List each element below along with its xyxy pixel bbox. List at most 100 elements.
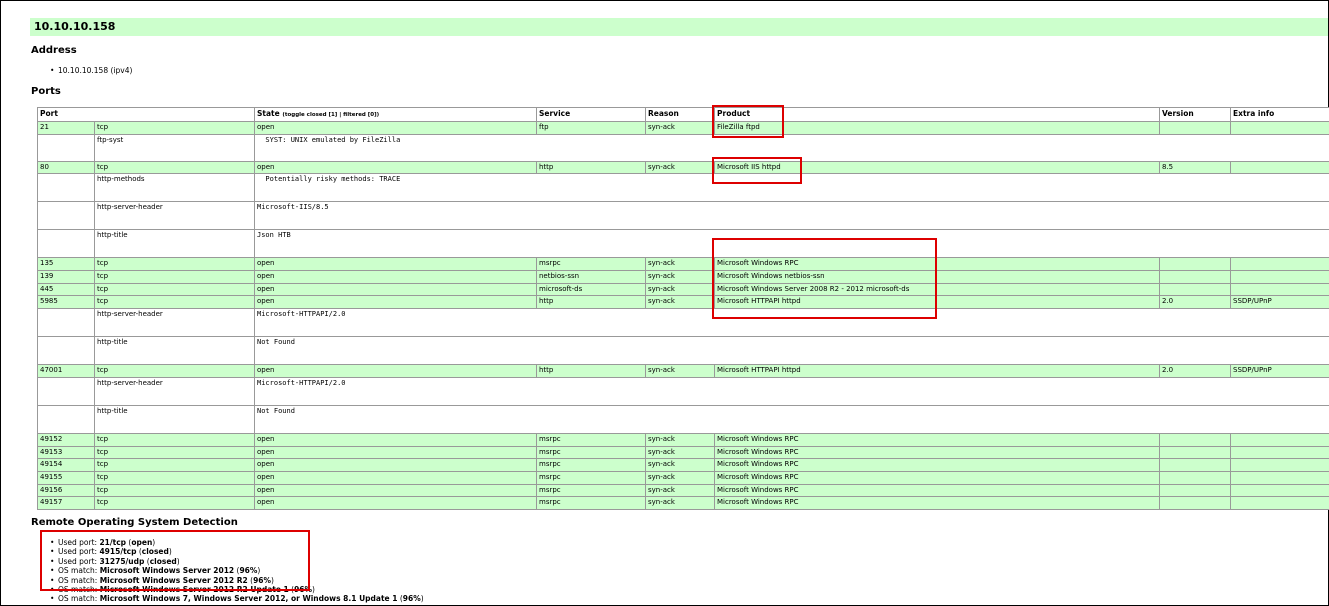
script-indent-cell — [37, 173, 95, 203]
script-indent-cell — [37, 133, 95, 162]
script-name: http-title — [94, 336, 255, 366]
port-reason: syn-ack — [645, 160, 715, 175]
port-reason: syn-ack — [645, 270, 715, 284]
script-row: ftp-syst SYST: UNIX emulated by FileZill… — [37, 133, 1329, 162]
port-protocol: tcp — [94, 295, 255, 310]
os-detection-item: OS match: Microsoft Windows 7, Windows S… — [50, 594, 424, 604]
port-extra-info — [1230, 496, 1329, 510]
port-service: msrpc — [536, 432, 646, 447]
port-reason: syn-ack — [645, 121, 715, 135]
script-row: http-title Not Found — [37, 336, 1329, 366]
port-version: 2.0 — [1159, 295, 1231, 310]
port-state: open — [254, 121, 537, 135]
os-item-prefix: OS match: — [58, 594, 100, 604]
port-product: Microsoft HTTPAPI httpd — [714, 364, 1160, 378]
port-extra-info — [1230, 470, 1329, 485]
port-extra-info — [1230, 160, 1329, 175]
port-version — [1159, 282, 1231, 297]
port-row: 135 tcp open msrpc syn-ack Microsoft Windows … — [37, 257, 1329, 272]
os-item-paren-close: ) — [420, 594, 424, 604]
state-toggle-link[interactable]: (toggle closed [1] | filtered [0]) — [282, 112, 379, 118]
port-reason: syn-ack — [645, 458, 715, 472]
port-extra-info: SSDP/UPnP — [1230, 364, 1329, 378]
port-protocol: tcp — [94, 121, 255, 135]
script-indent-cell — [37, 229, 95, 259]
script-output: Microsoft-HTTPAPI/2.0 — [254, 376, 1329, 406]
port-protocol: tcp — [94, 364, 255, 378]
port-protocol: tcp — [94, 160, 255, 175]
highlight-box-windows-products — [712, 238, 937, 319]
port-number: 135 — [37, 257, 95, 272]
port-number: 49154 — [37, 458, 95, 472]
port-reason: syn-ack — [645, 257, 715, 272]
port-protocol: tcp — [94, 483, 255, 498]
port-state: open — [254, 445, 537, 460]
port-extra-info — [1230, 458, 1329, 472]
script-name: http-title — [94, 404, 255, 434]
port-version — [1159, 270, 1231, 284]
port-state: open — [254, 470, 537, 485]
port-protocol: tcp — [94, 432, 255, 447]
port-reason: syn-ack — [645, 496, 715, 510]
port-number: 47001 — [37, 364, 95, 378]
port-number: 49156 — [37, 483, 95, 498]
port-protocol: tcp — [94, 470, 255, 485]
script-row: http-title Not Found — [37, 404, 1329, 434]
os-item-paren-close: ) — [312, 585, 315, 595]
port-row: 445 tcp open microsoft-ds syn-ack Microsoft W… — [37, 282, 1329, 297]
ports-heading: Ports — [31, 86, 61, 97]
port-version — [1159, 483, 1231, 498]
port-service: msrpc — [536, 470, 646, 485]
port-state: open — [254, 295, 537, 310]
port-product: Microsoft Windows RPC — [714, 470, 1160, 485]
port-service: msrpc — [536, 257, 646, 272]
script-name: http-server-header — [94, 201, 255, 231]
port-extra-info: SSDP/UPnP — [1230, 295, 1329, 310]
port-reason: syn-ack — [645, 470, 715, 485]
port-number: 5985 — [37, 295, 95, 310]
script-name: http-methods — [94, 173, 255, 203]
script-output: Not Found — [254, 336, 1329, 366]
port-row: 5985 tcp open http syn-ack Microsoft HTTPAPI … — [37, 295, 1329, 310]
port-number: 80 — [37, 160, 95, 175]
port-state: open — [254, 282, 537, 297]
port-service: http — [536, 295, 646, 310]
port-reason: syn-ack — [645, 282, 715, 297]
port-number: 445 — [37, 282, 95, 297]
port-state: open — [254, 270, 537, 284]
port-row: 49152 tcp open msrpc syn-ack Microsoft Window… — [37, 432, 1329, 447]
script-name: http-title — [94, 229, 255, 259]
port-extra-info — [1230, 483, 1329, 498]
port-reason: syn-ack — [645, 364, 715, 378]
script-indent-cell — [37, 201, 95, 231]
port-number: 49157 — [37, 496, 95, 510]
port-version: 8.5 — [1159, 160, 1231, 175]
port-number: 21 — [37, 121, 95, 135]
script-output: Not Found — [254, 404, 1329, 434]
port-product: Microsoft Windows RPC — [714, 496, 1160, 510]
port-protocol: tcp — [94, 257, 255, 272]
ports-table-body: 21 tcp open ftp syn-ack FileZilla ftpd ftp-sys… — [37, 121, 1329, 510]
script-indent-cell — [37, 336, 95, 366]
port-version — [1159, 458, 1231, 472]
col-reason: Reason — [645, 107, 715, 122]
script-output: Microsoft-IIS/8.5 — [254, 201, 1329, 231]
port-row: 49154 tcp open msrpc syn-ack Microsoft Window… — [37, 458, 1329, 472]
port-row: 49153 tcp open msrpc syn-ack Microsoft Window… — [37, 445, 1329, 460]
port-service: msrpc — [536, 496, 646, 510]
port-service: msrpc — [536, 445, 646, 460]
port-version — [1159, 496, 1231, 510]
port-state: open — [254, 432, 537, 447]
port-product: Microsoft Windows RPC — [714, 483, 1160, 498]
script-indent-cell — [37, 376, 95, 406]
ports-header-row: Port State (toggle closed [1] | filtered… — [37, 107, 1329, 122]
address-list: 10.10.10.158 (ipv4) — [50, 66, 132, 76]
port-row: 49157 tcp open msrpc syn-ack Microsoft Window… — [37, 496, 1329, 510]
port-service: microsoft-ds — [536, 282, 646, 297]
port-reason: syn-ack — [645, 483, 715, 498]
port-product: Microsoft Windows RPC — [714, 445, 1160, 460]
script-indent-cell — [37, 308, 95, 338]
port-row: 49156 tcp open msrpc syn-ack Microsoft Window… — [37, 483, 1329, 498]
ports-table: Port State (toggle closed [1] | filtered… — [37, 107, 1329, 510]
os-item-status: 96% — [402, 594, 421, 604]
